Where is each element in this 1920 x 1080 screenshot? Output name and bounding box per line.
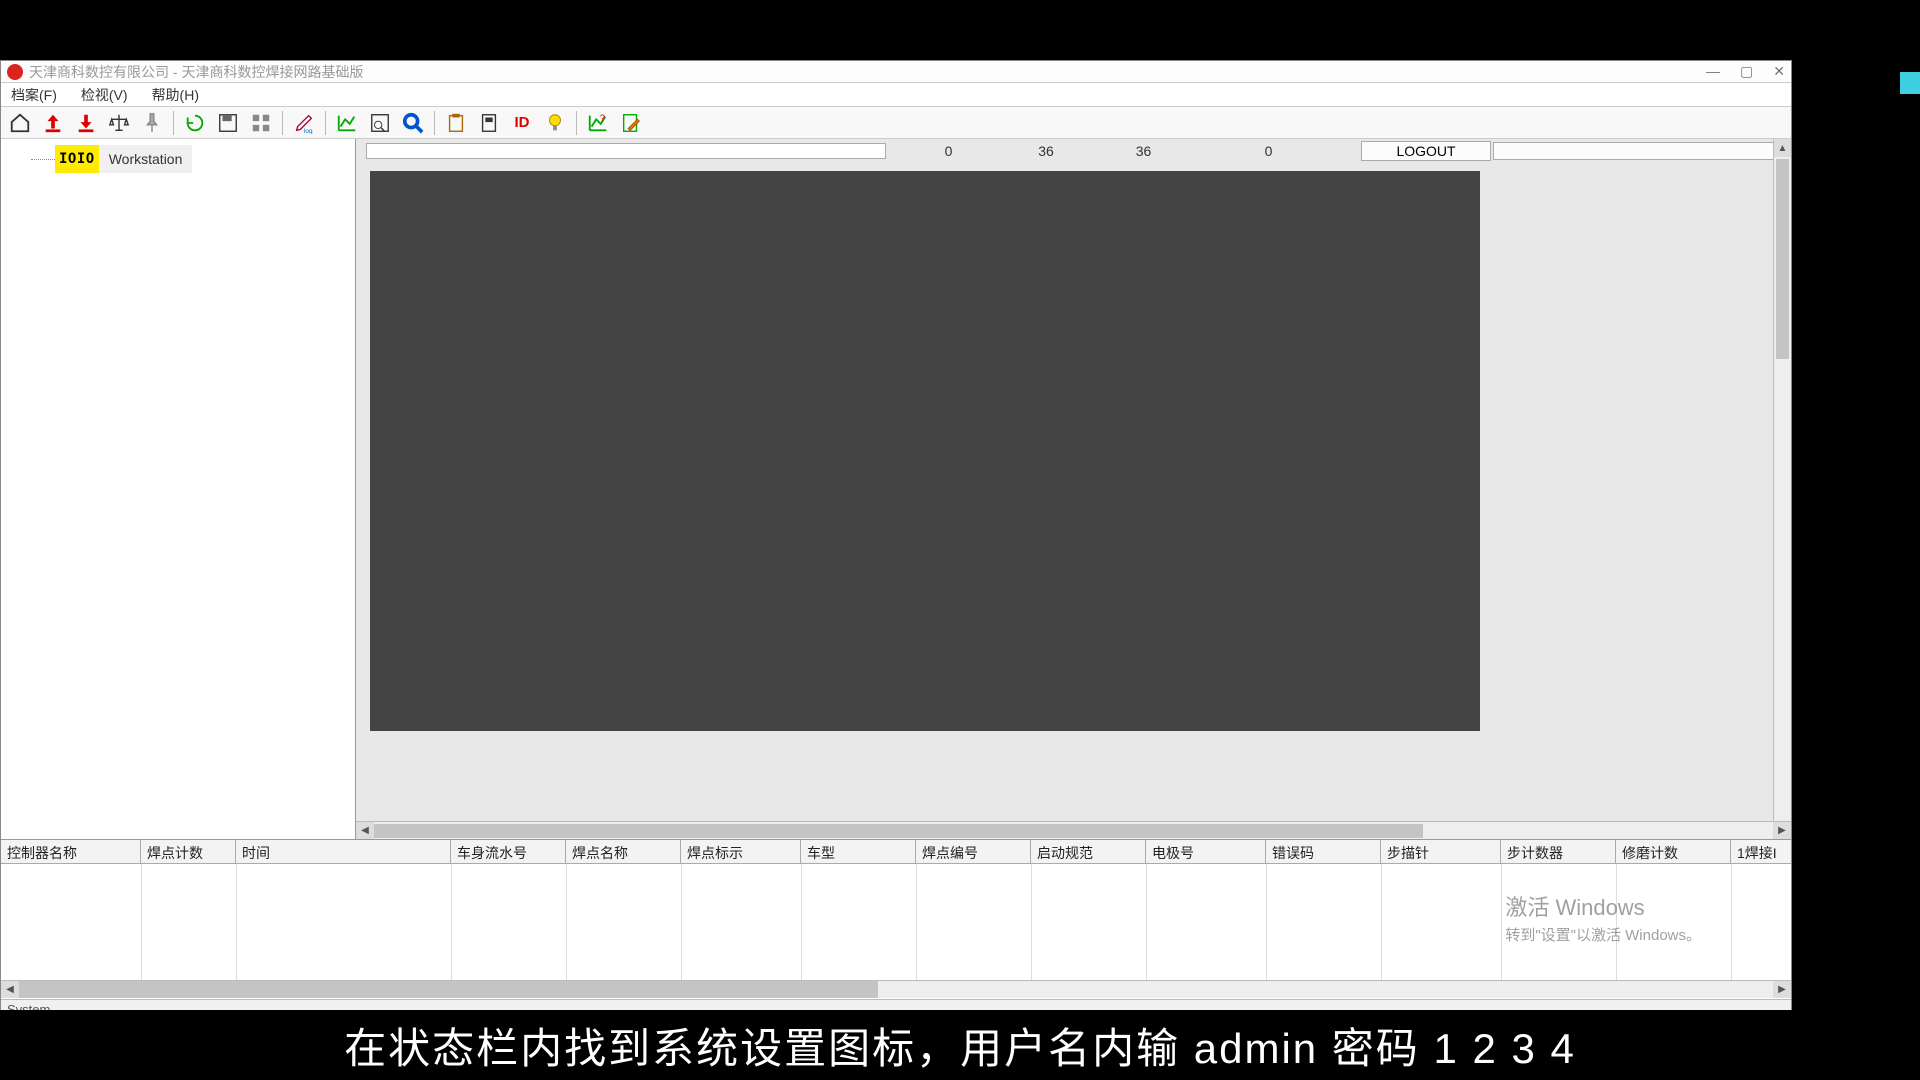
main-area: IOIO Workstation 0 36 36 0 LOGOUT ◀ ▶ — [1, 139, 1791, 839]
scroll-right-icon[interactable]: ▶ — [1773, 981, 1791, 998]
edge-cyan-indicator — [1900, 72, 1920, 94]
grid-col-12[interactable]: 步计数器 — [1501, 840, 1616, 863]
grid-col-2[interactable]: 时间 — [236, 840, 451, 863]
grid-header: 控制器名称焊点计数时间车身流水号焊点名称焊点标示车型焊点编号启动规范电极号错误码… — [1, 840, 1791, 864]
toolbar: log ID ? — [1, 107, 1791, 139]
info-bar — [366, 143, 886, 159]
tree-badge: IOIO — [55, 145, 99, 173]
grid-h-scrollbar[interactable]: ◀ ▶ — [1, 980, 1791, 998]
info-row: 0 36 36 0 LOGOUT — [356, 139, 1791, 161]
info-end-cell — [1493, 142, 1781, 160]
search-button[interactable] — [398, 109, 428, 137]
download-button[interactable] — [71, 109, 101, 137]
window-controls: — ▢ ✕ — [1706, 63, 1785, 80]
grid-col-14[interactable]: 1焊接I — [1731, 840, 1791, 863]
tree-panel: IOIO Workstation — [1, 139, 356, 839]
bulb-button[interactable] — [540, 109, 570, 137]
content-panel: 0 36 36 0 LOGOUT ◀ ▶ ▲ — [356, 139, 1791, 839]
canvas-area — [356, 161, 1791, 821]
grid-col-8[interactable]: 启动规范 — [1031, 840, 1146, 863]
app-window: 天津商科数控有限公司 - 天津商科数控焊接网路基础版 — ▢ ✕ 档案(F) 检… — [0, 60, 1792, 1020]
info-val-3: 36 — [1081, 143, 1206, 159]
tree-node-label: Workstation — [99, 145, 193, 173]
minimize-button[interactable]: — — [1706, 63, 1720, 80]
logout-button[interactable]: LOGOUT — [1361, 141, 1491, 161]
scroll-up-icon[interactable]: ▲ — [1774, 139, 1791, 157]
close-button[interactable]: ✕ — [1773, 63, 1785, 80]
info-val-4: 0 — [1206, 143, 1331, 159]
menubar: 档案(F) 检视(V) 帮助(H) — [1, 83, 1791, 107]
pin-button[interactable] — [137, 109, 167, 137]
home-button[interactable] — [5, 109, 35, 137]
grid-button[interactable] — [246, 109, 276, 137]
document-button[interactable] — [474, 109, 504, 137]
scroll-left-icon[interactable]: ◀ — [1, 981, 19, 998]
titlebar: 天津商科数控有限公司 - 天津商科数控焊接网路基础版 — ▢ ✕ — [1, 61, 1791, 83]
chart-q-button[interactable]: ? — [583, 109, 613, 137]
content-v-scrollbar[interactable]: ▲ — [1773, 139, 1791, 821]
watermark-line2: 转到"设置"以激活 Windows。 — [1505, 924, 1701, 945]
id-button[interactable]: ID — [507, 109, 537, 137]
windows-watermark: 激活 Windows 转到"设置"以激活 Windows。 — [1505, 890, 1701, 945]
menu-file[interactable]: 档案(F) — [5, 83, 63, 107]
tree-node-workstation[interactable]: IOIO Workstation — [31, 145, 349, 173]
preview-button[interactable] — [365, 109, 395, 137]
subtitle-text: 在状态栏内找到系统设置图标，用户名内输 admin 密码 1 2 3 4 — [344, 1015, 1576, 1076]
grid-col-11[interactable]: 步描针 — [1381, 840, 1501, 863]
grid-col-1[interactable]: 焊点计数 — [141, 840, 236, 863]
menu-help[interactable]: 帮助(H) — [146, 83, 205, 107]
grid-col-4[interactable]: 焊点名称 — [566, 840, 681, 863]
grid-col-9[interactable]: 电极号 — [1146, 840, 1266, 863]
scroll-right-icon[interactable]: ▶ — [1773, 822, 1791, 839]
upload-button[interactable] — [38, 109, 68, 137]
grid-col-10[interactable]: 错误码 — [1266, 840, 1381, 863]
svg-text:log: log — [304, 128, 313, 134]
grid-col-6[interactable]: 车型 — [801, 840, 916, 863]
info-val-2: 36 — [1011, 143, 1081, 159]
watermark-line1: 激活 Windows — [1505, 890, 1701, 922]
balance-button[interactable] — [104, 109, 134, 137]
video-subtitle: 在状态栏内找到系统设置图标，用户名内输 admin 密码 1 2 3 4 — [0, 1010, 1920, 1080]
chart-button[interactable] — [332, 109, 362, 137]
clipboard-button[interactable] — [441, 109, 471, 137]
content-h-scrollbar[interactable]: ◀ ▶ — [356, 821, 1791, 839]
scroll-left-icon[interactable]: ◀ — [356, 822, 374, 839]
recycle-button[interactable] — [180, 109, 210, 137]
disk-button[interactable] — [213, 109, 243, 137]
info-val-1: 0 — [886, 143, 1011, 159]
grid-col-13[interactable]: 修磨计数 — [1616, 840, 1731, 863]
pen-button[interactable]: log — [289, 109, 319, 137]
data-grid: 控制器名称焊点计数时间车身流水号焊点名称焊点标示车型焊点编号启动规范电极号错误码… — [1, 839, 1791, 999]
maximize-button[interactable]: ▢ — [1740, 63, 1753, 80]
edit-doc-button[interactable] — [616, 109, 646, 137]
grid-col-7[interactable]: 焊点编号 — [916, 840, 1031, 863]
menu-view[interactable]: 检视(V) — [75, 83, 134, 107]
tree-connector — [31, 159, 55, 160]
app-icon — [7, 64, 23, 80]
display-canvas[interactable] — [370, 171, 1480, 731]
svg-text:?: ? — [600, 113, 605, 123]
window-title: 天津商科数控有限公司 - 天津商科数控焊接网路基础版 — [29, 62, 363, 82]
grid-col-3[interactable]: 车身流水号 — [451, 840, 566, 863]
grid-col-5[interactable]: 焊点标示 — [681, 840, 801, 863]
grid-col-0[interactable]: 控制器名称 — [1, 840, 141, 863]
